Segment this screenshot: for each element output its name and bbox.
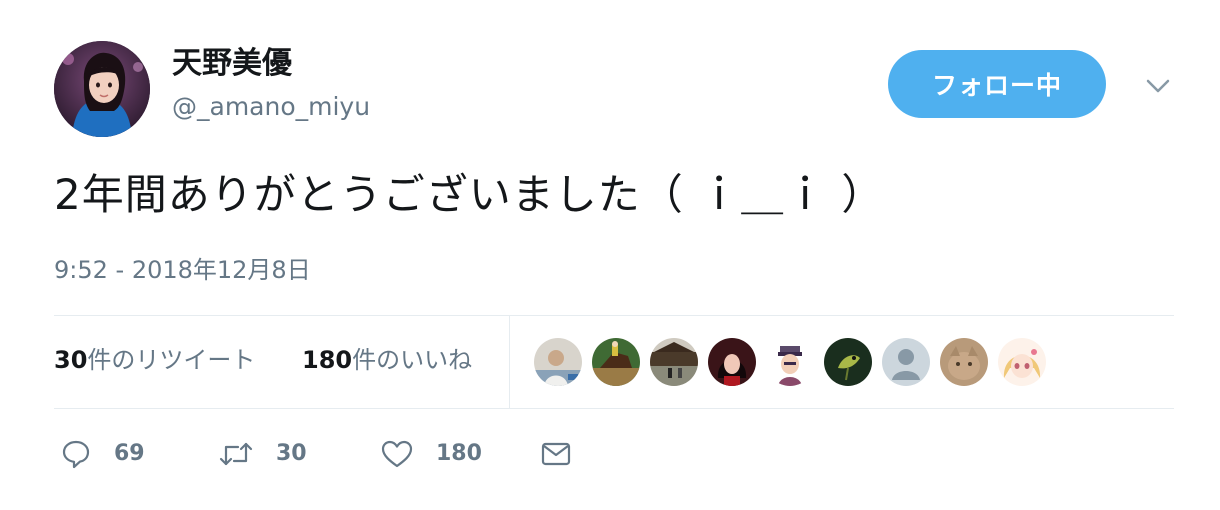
- divider-top: [54, 315, 1174, 316]
- retweet-count: 30: [276, 441, 307, 466]
- likes-label: 件のいいね: [352, 346, 473, 374]
- direct-message-button[interactable]: [540, 436, 572, 472]
- retweet-button[interactable]: 30: [218, 436, 307, 472]
- tweet-timestamp[interactable]: 9:52 - 2018年12月8日: [54, 254, 311, 286]
- heart-icon: [381, 440, 413, 468]
- chevron-down-icon[interactable]: [1144, 76, 1172, 96]
- avatar-image: [54, 41, 150, 137]
- liker-avatar-9[interactable]: [998, 338, 1046, 386]
- following-button[interactable]: フォロー中: [888, 50, 1106, 118]
- like-button[interactable]: 180: [380, 436, 482, 472]
- author-handle[interactable]: @_amano_miyu: [172, 90, 370, 124]
- liker-avatar-8[interactable]: [940, 338, 988, 386]
- liker-avatar-6[interactable]: [824, 338, 872, 386]
- liker-avatar-4[interactable]: [708, 338, 756, 386]
- author-avatar[interactable]: [54, 41, 150, 137]
- reply-button[interactable]: 69: [60, 436, 145, 472]
- liker-avatar-5[interactable]: [766, 338, 814, 386]
- retweet-icon: [219, 442, 253, 466]
- liker-avatar-7-default[interactable]: [882, 338, 930, 386]
- retweets-label: 件のリツイート: [87, 346, 256, 374]
- author-display-name[interactable]: 天野美優: [172, 44, 292, 84]
- tweet-card: 天野美優 @_amano_miyu フォロー中 2年間ありがとうございました（ …: [0, 0, 1220, 510]
- liker-avatars: [534, 338, 1046, 386]
- liker-avatar-1[interactable]: [534, 338, 582, 386]
- reply-count: 69: [114, 441, 145, 466]
- like-count: 180: [436, 441, 482, 466]
- liker-avatar-3[interactable]: [650, 338, 698, 386]
- tweet-text: 2年間ありがとうございました（ ｉ＿ｉ ）: [54, 170, 885, 219]
- divider-bottom: [54, 408, 1174, 409]
- liker-avatar-2[interactable]: [592, 338, 640, 386]
- stats-vertical-divider: [509, 315, 510, 408]
- envelope-icon: [541, 442, 571, 466]
- retweets-stat[interactable]: 30件のリツイート: [54, 344, 255, 376]
- retweets-count: 30: [54, 346, 88, 374]
- likes-stat[interactable]: 180件のいいね: [302, 344, 472, 376]
- likes-count: 180: [302, 346, 353, 374]
- reply-icon: [62, 440, 90, 469]
